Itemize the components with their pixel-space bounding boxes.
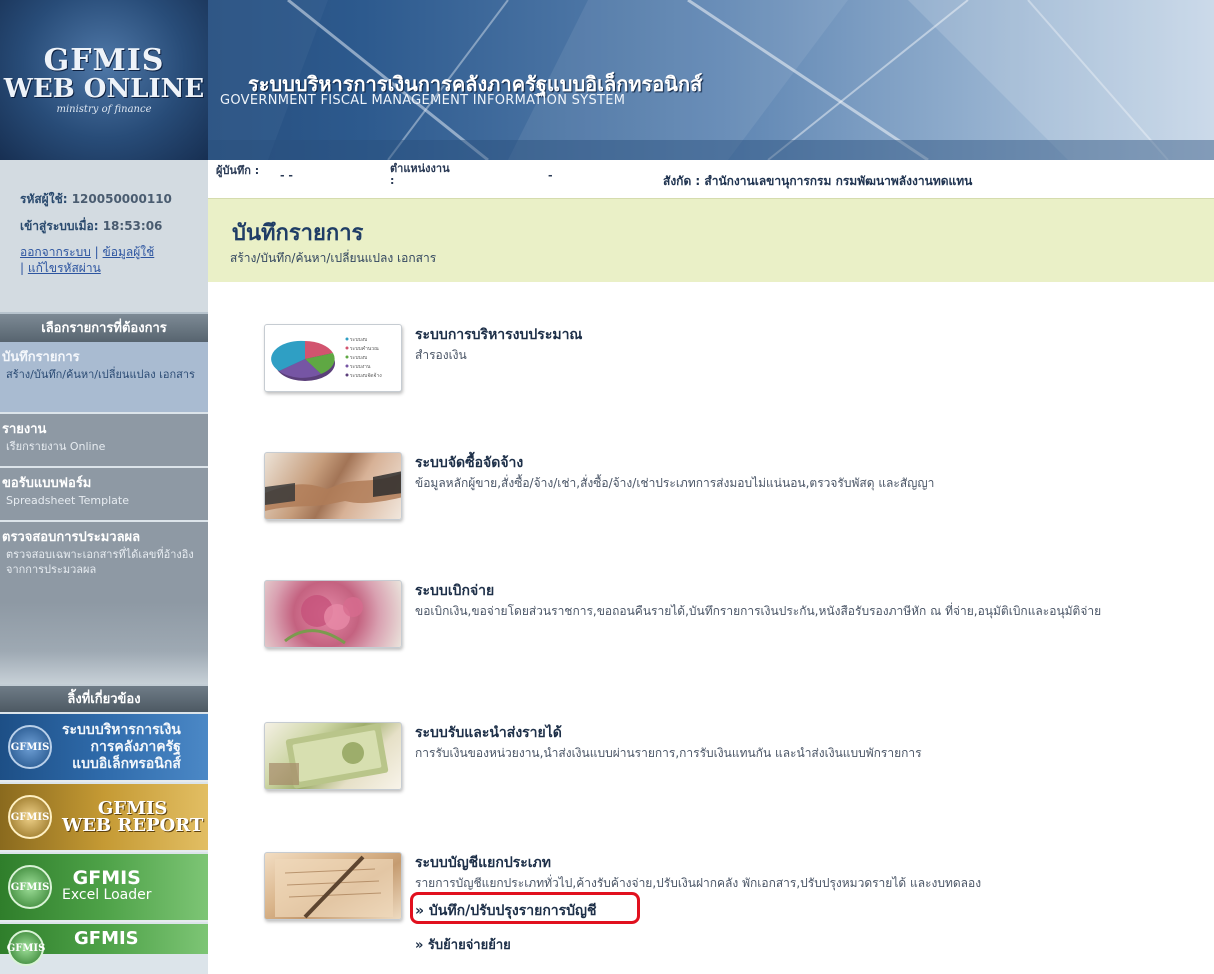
user-profile-link[interactable]: ข้อมูลผู้ใช้ — [103, 245, 155, 259]
user-id-value: 120050000110 — [71, 192, 172, 206]
banner-line: การคลังภาครัฐ — [90, 738, 181, 755]
banner-line: WEB REPORT — [62, 815, 204, 836]
banner-line: แบบอิเล็กทรอนิกส์ — [72, 755, 181, 772]
banner-line: Excel Loader — [62, 887, 152, 903]
banknote-icon — [269, 723, 389, 789]
login-time-label: เข้าสู่ระบบเมื่อ: — [20, 219, 99, 233]
disbursement-system-title[interactable]: ระบบเบิกจ่าย — [415, 580, 494, 602]
sidebar-item-title: บันทึกรายการ — [2, 350, 80, 365]
gfmis-badge-icon: GFMIS — [8, 725, 52, 769]
page-title-banner: บันทึกรายการ สร้าง/บันทึก/ค้นหา/เปลี่ยนแ… — [208, 198, 1214, 282]
ledger-system-desc[interactable]: รายการบัญชีแยกประเภททั่วไป,ค้างรับค้างจ่… — [415, 872, 1205, 894]
pie-legend-label: ระบบคำนวณ — [350, 346, 379, 352]
menu-header: เลือกรายการที่ต้องการ — [0, 312, 208, 342]
menu-filler — [0, 602, 208, 684]
logo-text-ministry: ministry of finance — [56, 103, 152, 115]
pie-legend-label: ระบบงบจัดจ้าง — [350, 372, 382, 379]
budget-system-title[interactable]: ระบบการบริหารงบประมาณ — [415, 324, 582, 346]
pie-legend-label: ระบบงาน — [350, 364, 371, 370]
position-value: - — [548, 169, 553, 182]
pie-legend-label: ระบบงบ — [350, 355, 367, 361]
revenue-system-desc[interactable]: การรับเงินของหน่วยงาน,นำส่งเงินแบบผ่านรา… — [415, 742, 1205, 764]
handshake-icon — [265, 471, 401, 511]
login-time-row: เข้าสู่ระบบเมื่อ: 18:53:06 — [20, 217, 204, 236]
link-separator: | — [94, 245, 99, 259]
pie-legend-label: ระบบงบ — [350, 337, 367, 343]
user-info-bar: ผู้บันทึก : - - ตำแหน่งงาน : - สังกัด : … — [208, 160, 1214, 198]
logo-text-web-online: WEB ONLINE — [3, 73, 205, 104]
revenue-system-title[interactable]: ระบบรับและนำส่งรายได้ — [415, 722, 562, 744]
sidebar-item-subtitle: สร้าง/บันทึก/ค้นหา/เปลี่ยนแปลง เอกสาร — [6, 368, 195, 381]
banner-excel-loader[interactable]: GFMIS GFMIS Excel Loader — [0, 854, 208, 922]
login-time-value: 18:53:06 — [102, 219, 163, 233]
banner-web-report[interactable]: GFMIS GFMIS WEB REPORT — [0, 784, 208, 852]
revenue-thumbnail[interactable] — [264, 722, 402, 790]
sidebar-item-process-check[interactable]: ตรวจสอบการประมวลผล ตรวจสอบเฉพาะเอกสารที่… — [0, 522, 208, 602]
budget-system-desc[interactable]: สำรองเงิน — [415, 344, 1205, 366]
banner-line: GFMIS — [72, 867, 141, 889]
system-title-english: GOVERNMENT FISCAL MANAGEMENT INFORMATION… — [220, 93, 626, 108]
related-links-header: ลิ้งที่เกี่ยวข้อง — [0, 684, 208, 712]
banner-text: GFMIS — [74, 928, 139, 949]
ledger-thumbnail[interactable] — [264, 852, 402, 920]
user-info-panel: รหัสผู้ใช้: 120050000110 เข้าสู่ระบบเมื่… — [0, 160, 208, 312]
logout-link[interactable]: ออกจากระบบ — [20, 245, 91, 259]
sidebar-item-record[interactable]: บันทึกรายการ สร้าง/บันทึก/ค้นหา/เปลี่ยนแ… — [0, 342, 208, 412]
transfer-link[interactable]: » รับย้ายจ่ายย้าย — [415, 934, 511, 955]
gfmis-logo[interactable]: GFMIS WEB ONLINE ministry of finance — [0, 0, 208, 160]
recorder-label: ผู้บันทึก : — [216, 164, 260, 177]
procurement-thumbnail[interactable] — [264, 452, 402, 520]
logo-text-gfmis: GFMIS — [43, 42, 165, 78]
banner-text: ระบบบริหารการเงิน การคลังภาครัฐ แบบอิเล็… — [62, 722, 181, 773]
sidebar-item-subtitle: Spreadsheet Template — [6, 494, 129, 507]
sidebar-item-form[interactable]: ขอรับแบบฟอร์ม Spreadsheet Template — [0, 468, 208, 520]
flower-icon — [284, 595, 363, 645]
pie-chart-icon: ระบบงบ ระบบคำนวณ ระบบงบ ระบบงาน ระบบงบจั… — [271, 337, 382, 381]
user-id-label: รหัสผู้ใช้: — [20, 192, 68, 206]
banner-text: GFMIS WEB REPORT — [62, 800, 204, 836]
user-id-row: รหัสผู้ใช้: 120050000110 — [20, 190, 204, 209]
sidebar: รหัสผู้ใช้: 120050000110 เข้าสู่ระบบเมื่… — [0, 160, 208, 974]
sidebar-item-subtitle: ตรวจสอบเฉพาะเอกสารที่ได้เลขที่อ้างอิงจาก… — [6, 548, 194, 576]
change-password-link[interactable]: แก้ไขรหัสผ่าน — [28, 261, 101, 275]
link-separator: | — [20, 261, 25, 275]
page-title: บันทึกรายการ — [232, 221, 364, 246]
budget-thumbnail[interactable]: ระบบงบ ระบบคำนวณ ระบบงบ ระบบงาน ระบบงบจั… — [264, 324, 402, 392]
disbursement-thumbnail[interactable] — [264, 580, 402, 648]
disbursement-system-desc[interactable]: ขอเบิกเงิน,ขอจ่ายโดยส่วนราชการ,ขอถอนคืนร… — [415, 600, 1205, 622]
procurement-system-desc[interactable]: ข้อมูลหลักผู้ขาย,สั่งซื้อ/จ้าง/เช่า,สั่ง… — [415, 472, 1205, 494]
gfmis-badge-icon: GFMIS — [8, 865, 52, 909]
user-links: ออกจากระบบ | ข้อมูลผู้ใช้ | แก้ไขรหัสผ่า… — [20, 244, 204, 276]
affiliation: สังกัด : สำนักงานเลขานุการกรม กรมพัฒนาพล… — [663, 174, 973, 188]
main-content: ระบบงบ ระบบคำนวณ ระบบงบ ระบบงาน ระบบงบจั… — [208, 282, 1214, 974]
gfmis-page: GFMIS WEB ONLINE ministry of finance ระบ… — [0, 0, 1214, 974]
pen-and-ledger-icon — [275, 855, 393, 919]
sidebar-item-title: รายงาน — [2, 422, 47, 437]
banner-gfmis-extra[interactable]: GFMIS GFMIS — [0, 924, 208, 966]
adjust-account-entry-link[interactable]: » บันทึก/ปรับปรุงรายการบัญชี — [415, 900, 597, 922]
sidebar-item-subtitle: เรียกรายงาน Online — [6, 440, 106, 453]
ledger-system-title[interactable]: ระบบบัญชีแยกประเภท — [415, 852, 551, 874]
sidebar-item-title: ขอรับแบบฟอร์ม — [2, 476, 92, 491]
banner-line: ระบบบริหารการเงิน — [62, 721, 181, 738]
procurement-system-title[interactable]: ระบบจัดซื้อจัดจ้าง — [415, 452, 523, 474]
page-subtitle: สร้าง/บันทึก/ค้นหา/เปลี่ยนแปลง เอกสาร — [230, 251, 437, 265]
banner-gfmis-main[interactable]: GFMIS ระบบบริหารการเงิน การคลังภาครัฐ แบ… — [0, 714, 208, 782]
gfmis-badge-icon: GFMIS — [7, 930, 45, 966]
sidebar-item-title: ตรวจสอบการประมวลผล — [2, 530, 141, 545]
gfmis-badge-icon: GFMIS — [8, 795, 52, 839]
recorder-value: - - — [280, 169, 293, 182]
position-label: ตำแหน่งงาน : — [390, 162, 450, 187]
banner-text: GFMIS Excel Loader — [62, 867, 152, 904]
header: GFMIS WEB ONLINE ministry of finance ระบ… — [0, 0, 1214, 160]
sidebar-item-report[interactable]: รายงาน เรียกรายงาน Online — [0, 414, 208, 466]
